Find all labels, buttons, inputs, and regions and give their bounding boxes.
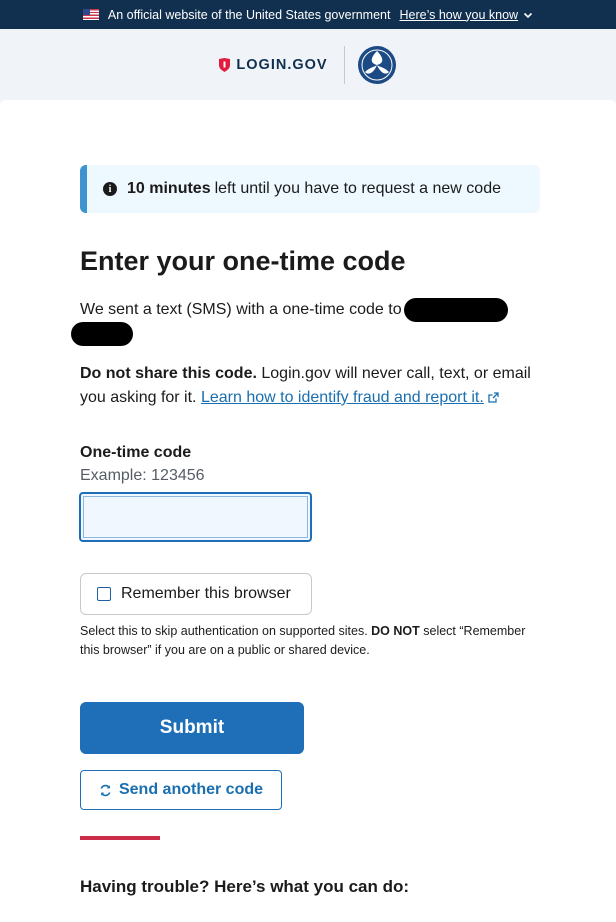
- info-icon: i: [103, 182, 117, 196]
- timer-alert: i 10 minutes left until you have to requ…: [80, 165, 540, 213]
- sent-message: We sent a text (SMS) with a one-time cod…: [71, 298, 540, 346]
- checkbox-icon: [97, 587, 111, 601]
- alert-strong: 10 minutes: [127, 180, 211, 197]
- sent-text: We sent a text (SMS) with a one-time cod…: [80, 301, 402, 319]
- remember-help-text-1: Select this to skip authentication on su…: [80, 624, 368, 638]
- code-field-hint: Example: 123456: [80, 467, 205, 484]
- send-another-code-button[interactable]: Send another code: [80, 770, 282, 810]
- gov-banner: An official website of the United States…: [0, 0, 616, 29]
- site-header: LOGIN.GOV: [0, 29, 616, 100]
- heres-how-you-know-label: Here’s how you know: [399, 7, 519, 22]
- header-divider: [343, 45, 345, 84]
- chevron-down-icon: [524, 12, 533, 18]
- submit-button[interactable]: Submit: [80, 702, 304, 754]
- shield-icon: [219, 57, 231, 72]
- code-field-label: One-time code: [80, 444, 192, 461]
- login-gov-logo[interactable]: LOGIN.GOV: [219, 57, 327, 73]
- alert-text: left until you have to request a new cod…: [214, 180, 501, 197]
- fraud-notice: Do not share this code. Login.gov will n…: [80, 362, 550, 410]
- fraud-report-link[interactable]: Learn how to identify fraud and report i…: [201, 389, 499, 406]
- refresh-icon: [100, 784, 111, 796]
- trouble-heading: Having trouble? Here’s what you can do:: [80, 877, 410, 896]
- section-divider: [80, 836, 160, 840]
- external-link-icon: [488, 392, 499, 403]
- us-flag-icon: [82, 9, 99, 20]
- remember-browser-checkbox[interactable]: Remember this browser: [80, 573, 312, 615]
- redacted-phone-number: [403, 298, 508, 322]
- heres-how-you-know-link[interactable]: Here’s how you know: [399, 8, 533, 22]
- gov-banner-text: An official website of the United States…: [107, 7, 391, 22]
- fraud-report-link-label: Learn how to identify fraud and report i…: [200, 389, 484, 406]
- remember-browser-label: Remember this browser: [121, 585, 291, 602]
- remember-browser-help: Select this to skip authentication on su…: [80, 622, 540, 660]
- page-title: Enter your one-time code: [80, 246, 406, 276]
- logo-text: LOGIN.GOV: [236, 56, 328, 73]
- redacted-phone-number-continued: [71, 322, 133, 346]
- one-time-code-input[interactable]: [79, 492, 312, 542]
- remember-help-strong: DO NOT: [371, 624, 420, 638]
- agency-seal-icon: [357, 45, 396, 84]
- notice-strong: Do not share this code.: [80, 365, 257, 382]
- main-card: i 10 minutes left until you have to requ…: [0, 100, 616, 922]
- send-another-code-label: Send another code: [118, 781, 264, 798]
